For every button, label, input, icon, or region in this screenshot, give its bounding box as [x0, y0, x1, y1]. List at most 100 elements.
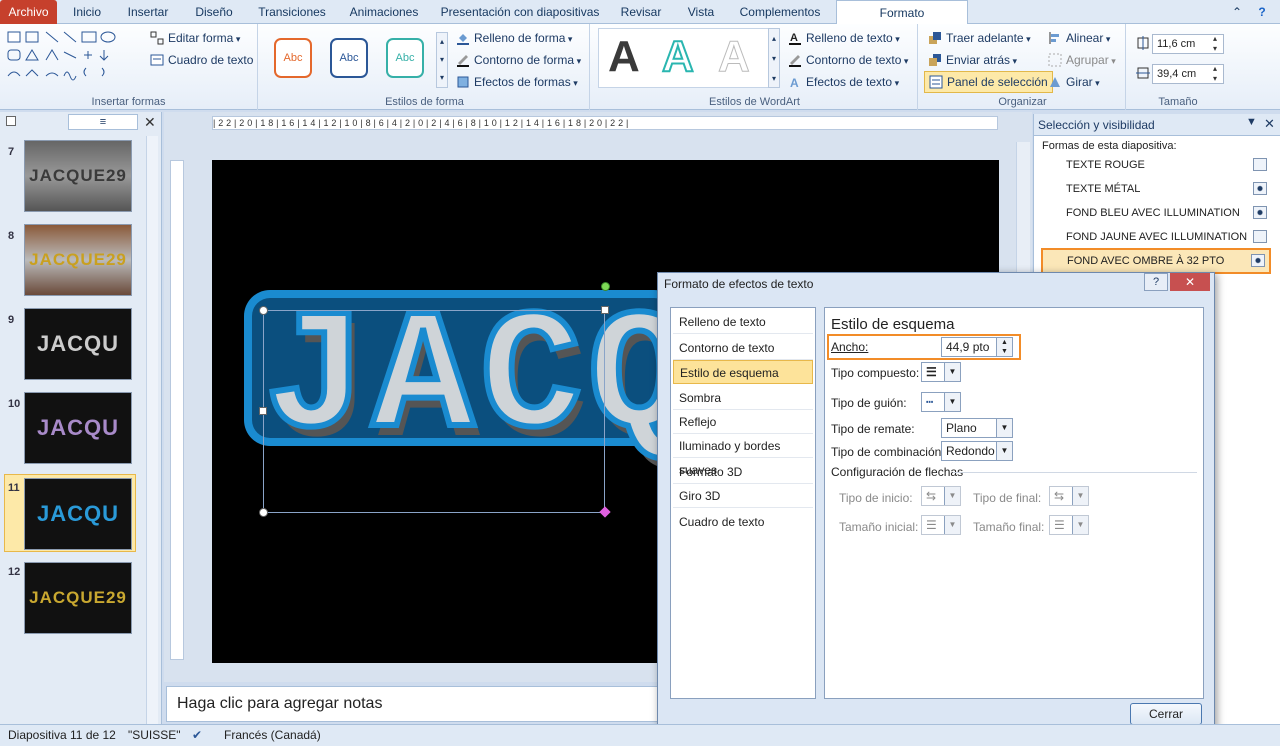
visibility-toggle-icon[interactable]: [1253, 158, 1267, 171]
width-input[interactable]: 39,4 cm: [1152, 64, 1224, 84]
shape-styles-scroll[interactable]: ▴ ▾ ▾: [436, 32, 448, 88]
tab-presentacion[interactable]: Presentación con diapositivas: [436, 0, 604, 24]
resize-handle[interactable]: [259, 306, 268, 315]
tab-revisar[interactable]: Revisar: [612, 0, 670, 24]
nav-estilo-esquema[interactable]: Estilo de esquema: [673, 360, 813, 384]
group-wordart: A A A ▴▾▾ ARelleno de texto Contorno de …: [592, 24, 918, 110]
tipo-remate-select[interactable]: Plano ▼: [941, 418, 1013, 438]
help-icon[interactable]: ?: [1252, 0, 1272, 24]
tab-inicio[interactable]: Inicio: [62, 0, 112, 24]
resize-handle[interactable]: [259, 508, 268, 517]
text-outline-button[interactable]: Contorno de texto: [788, 50, 908, 70]
resize-handle[interactable]: [259, 407, 267, 415]
slide-thumbnail-12[interactable]: JACQUE29: [24, 562, 132, 634]
tipo-compuesto-select[interactable]: ☰ ▼: [921, 362, 961, 382]
shape-effects-icon: [457, 76, 469, 88]
dialog-close-icon[interactable]: ✕: [1170, 273, 1210, 291]
slide-thumbnail-11[interactable]: JACQU: [24, 478, 132, 550]
arrow-size-icon: ☰: [926, 518, 937, 532]
selection-pane-button[interactable]: Panel de selección: [924, 71, 1053, 93]
thumbnail-text: JACQUE29: [29, 250, 127, 269]
nav-giro-3d[interactable]: Giro 3D: [673, 484, 813, 508]
group-organizar: Traer adelante Enviar atrás Panel de sel…: [920, 24, 1126, 110]
nav-iluminado[interactable]: Iluminado y bordes suaves: [673, 434, 813, 477]
align-button[interactable]: Alinear: [1048, 28, 1110, 48]
shape-style-orange[interactable]: Abc: [274, 38, 312, 78]
shape-item-fond-bleu[interactable]: FOND BLEU AVEC ILLUMINATION: [1066, 202, 1271, 224]
tab-insertar[interactable]: Insertar: [118, 0, 178, 24]
group-button[interactable]: Agrupar: [1048, 50, 1116, 70]
nav-sombra[interactable]: Sombra: [673, 386, 813, 410]
minimize-ribbon-icon[interactable]: ⌃: [1228, 0, 1246, 24]
pane-close-icon[interactable]: ✕: [1264, 116, 1275, 132]
tab-complementos[interactable]: Complementos: [732, 0, 828, 24]
eye-icon[interactable]: [1253, 182, 1267, 195]
notes-area[interactable]: Haga clic para agregar notas: [166, 686, 666, 722]
slides-tab-icon[interactable]: [6, 116, 16, 126]
chevron-down-icon: ▼: [1072, 516, 1088, 534]
tipo-combinacion-select[interactable]: Redondo ▼: [941, 441, 1013, 461]
shape-style-blue[interactable]: Abc: [330, 38, 368, 78]
tamano-inicial-select[interactable]: ☰ ▼: [921, 515, 961, 535]
shape-outline-button[interactable]: Contorno de forma: [456, 50, 581, 70]
resize-handle[interactable]: [601, 306, 609, 314]
visibility-toggle-icon[interactable]: [1253, 230, 1267, 243]
tab-diseno[interactable]: Diseño: [186, 0, 242, 24]
close-pane-icon[interactable]: ✕: [144, 114, 156, 131]
slide-thumbnail-10[interactable]: JACQU: [24, 392, 132, 464]
eye-icon[interactable]: [1253, 206, 1267, 219]
text-fill-button[interactable]: A Relleno de texto: [788, 28, 900, 48]
nav-contorno-texto[interactable]: Contorno de texto: [673, 336, 813, 360]
nav-relleno-texto[interactable]: Relleno de texto: [673, 310, 813, 334]
spellcheck-icon[interactable]: ✔: [192, 725, 202, 746]
shape-item-fond-jaune[interactable]: FOND JAUNE AVEC ILLUMINATION: [1066, 226, 1271, 248]
tipo-final-select[interactable]: ⇆ ▼: [1049, 486, 1089, 506]
shape-fill-button[interactable]: Relleno de forma: [456, 28, 572, 48]
tab-archivo[interactable]: Archivo: [0, 0, 57, 24]
tab-vista[interactable]: Vista: [678, 0, 724, 24]
wordart-scroll[interactable]: ▴ ▾ ▾: [768, 28, 780, 88]
wordart-style-teal[interactable]: A: [661, 31, 695, 82]
nav-formato-3d[interactable]: Formato 3D: [673, 460, 813, 484]
edit-shape-button[interactable]: Editar forma: [150, 28, 240, 48]
dialog-nav-list: Relleno de texto Contorno de texto Estil…: [670, 307, 816, 699]
send-backward-button[interactable]: Enviar atrás: [928, 50, 1017, 70]
thumbnail-text: JACQUE29: [29, 588, 127, 607]
slide-thumbnail-8[interactable]: JACQUE29: [24, 224, 132, 296]
nav-reflejo[interactable]: Reflejo: [673, 410, 813, 434]
shape-item-texte-rouge[interactable]: TEXTE ROUGE: [1066, 154, 1271, 176]
edit-shape-icon: [150, 31, 164, 45]
close-button[interactable]: Cerrar: [1130, 703, 1202, 725]
chevron-down-icon: ▼: [944, 363, 960, 381]
ancho-input[interactable]: 44,9 pto ▲ ▼: [941, 337, 1013, 357]
tab-formato[interactable]: Formato: [836, 0, 968, 25]
spinner-icon[interactable]: ▲ ▼: [996, 338, 1012, 356]
language-indicator[interactable]: Francés (Canadá): [224, 725, 321, 746]
wordart-style-dark[interactable]: A: [608, 32, 640, 82]
pane-dropdown-icon[interactable]: ▼: [1246, 116, 1257, 128]
text-box-button[interactable]: Cuadro de texto: [150, 50, 253, 70]
tipo-guion-select[interactable]: ┅ ▼: [921, 392, 961, 412]
shape-style-teal[interactable]: Abc: [386, 38, 424, 78]
thumbnails-scrollbar[interactable]: [146, 136, 158, 724]
text-effects-button[interactable]: A Efectos de texto: [788, 72, 899, 92]
tab-animaciones[interactable]: Animaciones: [342, 0, 426, 24]
shape-item-texte-metal[interactable]: TEXTE MÉTAL: [1066, 178, 1271, 200]
rotate-handle[interactable]: [601, 282, 610, 291]
shape-effects-button[interactable]: Efectos de formas: [456, 72, 578, 92]
help-icon[interactable]: ?: [1144, 273, 1168, 291]
nav-cuadro-texto[interactable]: Cuadro de texto: [673, 510, 813, 534]
eye-icon[interactable]: [1251, 254, 1265, 267]
shapes-gallery-icon[interactable]: [6, 30, 126, 86]
rotate-button[interactable]: Girar: [1048, 72, 1100, 92]
shape-item-fond-ombre[interactable]: FOND AVEC OMBRE À 32 PTO: [1041, 248, 1271, 274]
wordart-style-light[interactable]: A: [718, 32, 751, 82]
tab-transiciones[interactable]: Transiciones: [250, 0, 334, 24]
slide-thumbnail-7[interactable]: JACQUE29: [24, 140, 132, 212]
bring-forward-button[interactable]: Traer adelante: [928, 28, 1031, 48]
height-input[interactable]: 11,6 cm: [1152, 34, 1224, 54]
tamano-final-select[interactable]: ☰ ▼: [1049, 515, 1089, 535]
outline-tab-icon[interactable]: ≡: [68, 114, 138, 130]
tipo-inicio-select[interactable]: ⇆ ▼: [921, 486, 961, 506]
slide-thumbnail-9[interactable]: JACQU: [24, 308, 132, 380]
